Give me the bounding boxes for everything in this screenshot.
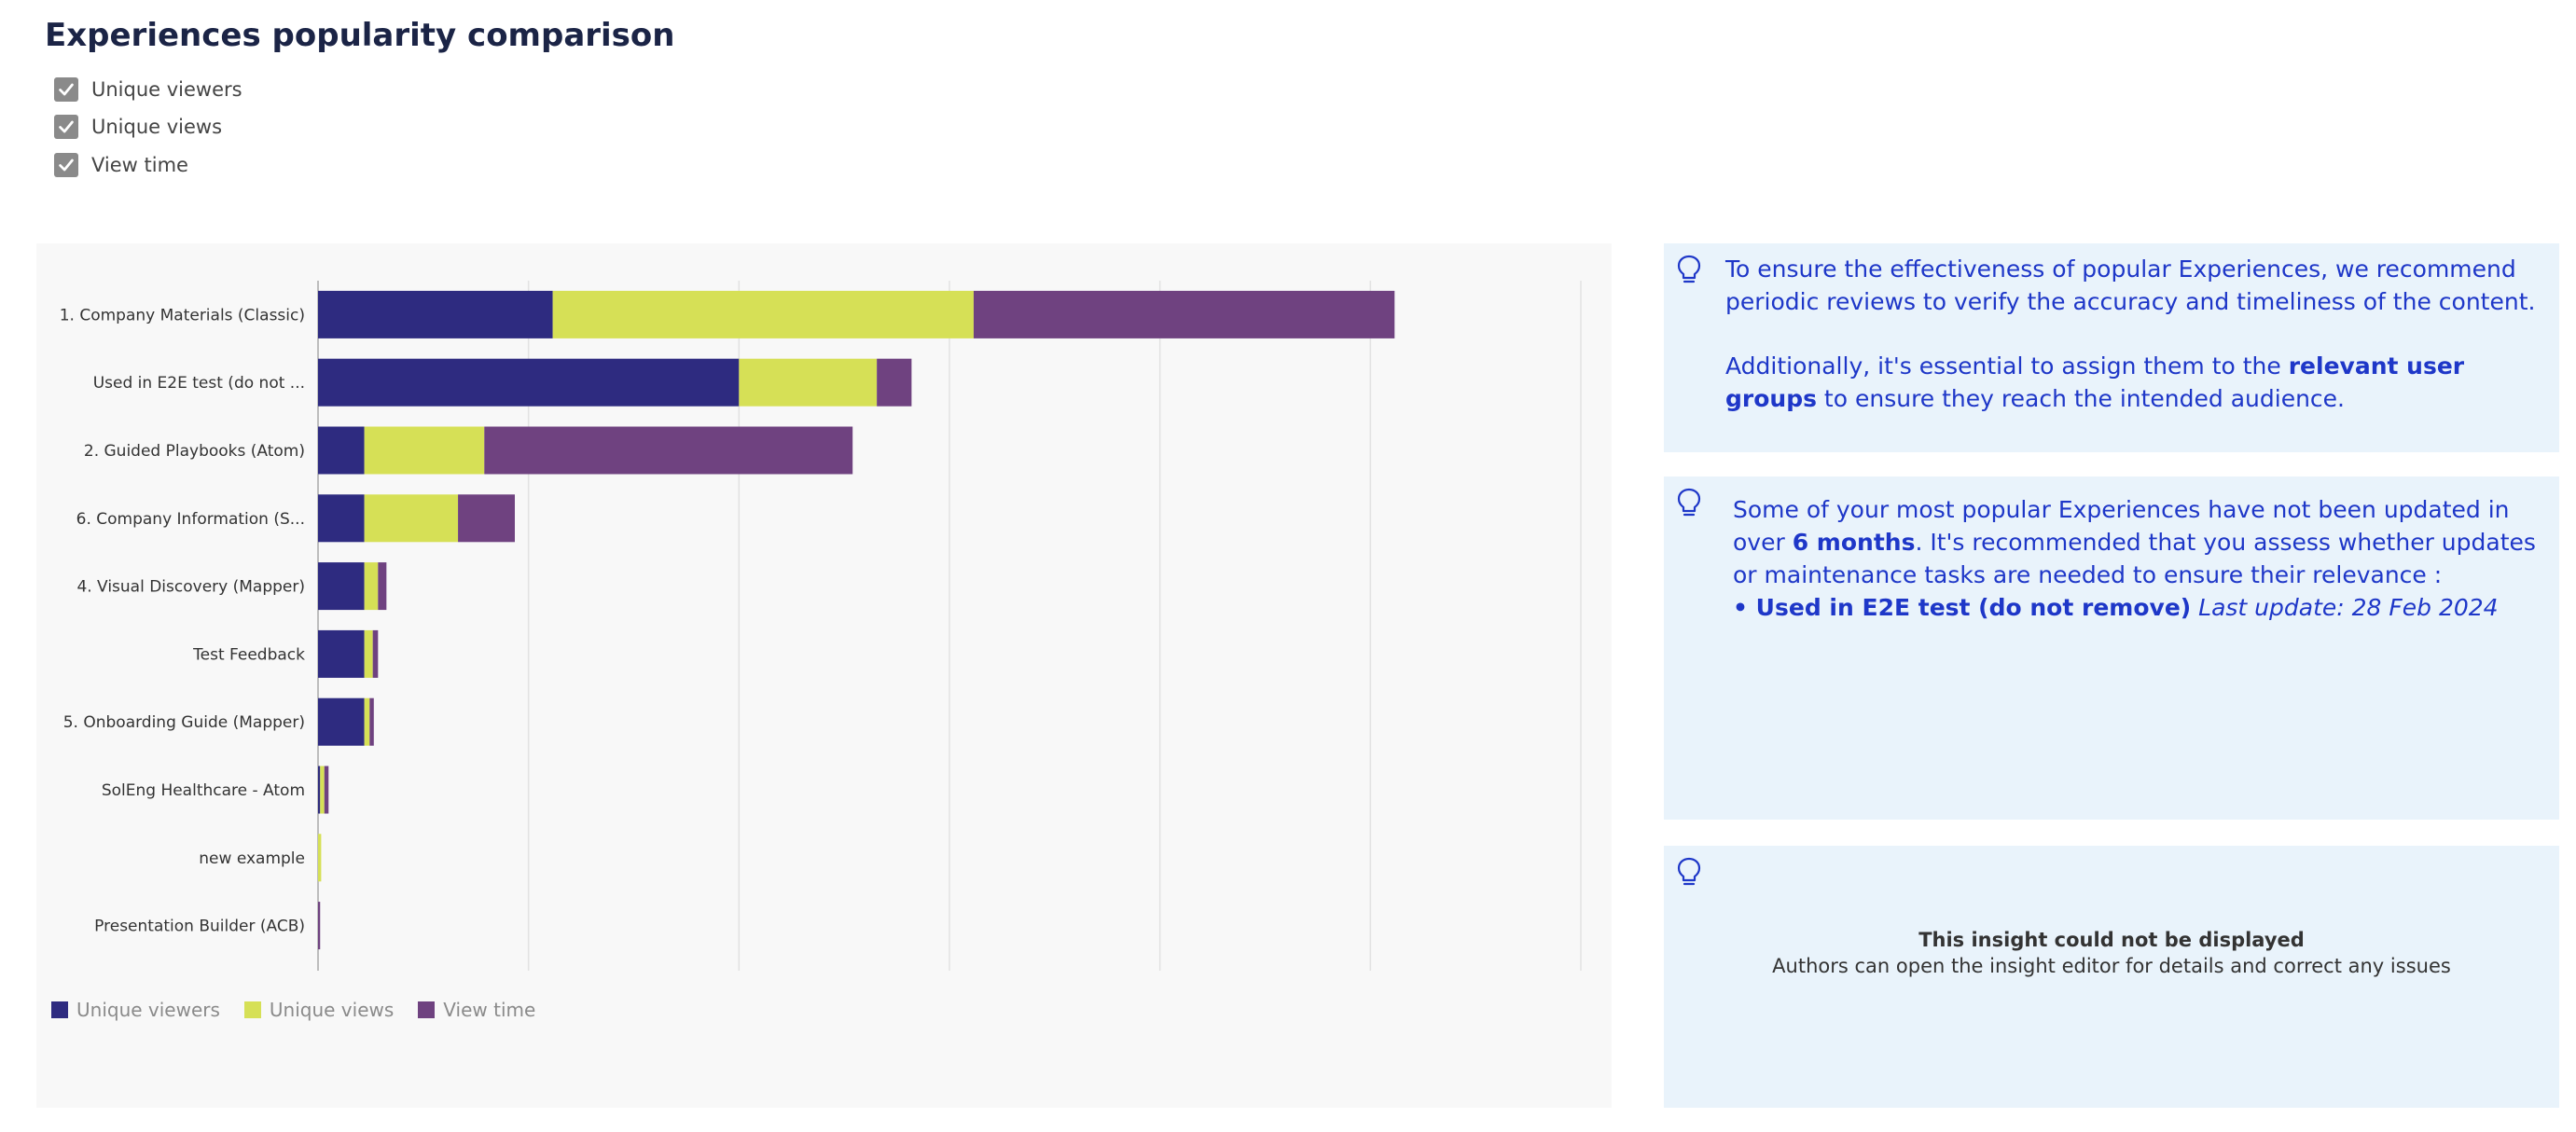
toggle-label: Unique views (91, 116, 223, 138)
checkbox-checked-icon[interactable] (54, 77, 78, 102)
legend-item[interactable]: View time (418, 999, 535, 1021)
toggle-unique-viewers[interactable]: Unique viewers (54, 74, 242, 105)
toggle-label: View time (91, 154, 188, 176)
y-tick-label: SolEng Healthcare - Atom (102, 781, 305, 800)
y-tick-label: 2. Guided Playbooks (Atom) (84, 442, 305, 461)
bar-segment[interactable] (318, 902, 321, 950)
legend-swatch (418, 1001, 436, 1018)
insight-card-error: This insight could not be displayed Auth… (1664, 846, 2559, 1108)
y-tick-label: 5. Onboarding Guide (Mapper) (63, 713, 305, 732)
bar-segment[interactable] (320, 766, 325, 814)
insight-text: To ensure the effectiveness of popular E… (1725, 253, 2537, 415)
bar-segment[interactable] (324, 766, 329, 814)
insight-text-run: Additionally, it's essential to assign t… (1725, 352, 2289, 380)
bar-segment[interactable] (364, 494, 459, 543)
checkbox-checked-icon[interactable] (54, 153, 78, 177)
insight-paragraph: To ensure the effectiveness of popular E… (1725, 253, 2537, 318)
bar-segment[interactable] (318, 426, 365, 475)
insight-text-run: Last update: 28 Feb 2024 (2198, 594, 2499, 621)
bar-segment[interactable] (364, 562, 379, 611)
bar-segment[interactable] (877, 358, 912, 407)
error-body: Authors can open the insight editor for … (1772, 955, 2451, 977)
bar-segment[interactable] (378, 562, 387, 611)
bar-segment[interactable] (318, 562, 365, 611)
legend-label: Unique views (269, 999, 395, 1021)
insight-list-item: • Used in E2E test (do not remove) Last … (1733, 591, 2544, 624)
chart-panel: 1. Company Materials (Classic) Used in E2… (36, 243, 1612, 1108)
y-tick-label: Test Feedback (192, 645, 305, 664)
legend-label: Unique viewers (76, 999, 220, 1021)
insight-card-outdated: Some of your most popular Experiences ha… (1664, 476, 2559, 820)
bar-segment[interactable] (364, 697, 370, 746)
lightbulb-icon (1677, 857, 1701, 886)
y-tick-label: Used in E2E test (do not ... (93, 374, 305, 393)
bar-segment[interactable] (318, 629, 365, 678)
insight-paragraph: Additionally, it's essential to assign t… (1725, 350, 2537, 415)
insight-text-run: To ensure the effectiveness of popular E… (1725, 255, 2536, 315)
bar-chart: 1. Company Materials (Classic) Used in E2… (60, 281, 1582, 971)
bar-segment[interactable] (364, 629, 373, 678)
toggle-unique-views[interactable]: Unique views (54, 111, 222, 143)
bar-segment[interactable] (364, 426, 485, 475)
bar-segment[interactable] (318, 766, 321, 814)
bar-segment[interactable] (318, 834, 322, 882)
insight-emphasis: 6 months (1792, 529, 1916, 556)
bar-segment[interactable] (318, 358, 740, 407)
bar-segment[interactable] (484, 426, 853, 475)
bar-segment[interactable] (973, 290, 1395, 338)
bar-segment[interactable] (372, 629, 379, 678)
toggle-label: Unique viewers (91, 78, 242, 101)
insight-card-review: To ensure the effectiveness of popular E… (1664, 243, 2559, 452)
bar-segment[interactable] (318, 697, 365, 746)
insight-text-run: to ensure they reach the intended audien… (1816, 385, 2345, 412)
insight-paragraph: Some of your most popular Experiences ha… (1733, 493, 2544, 591)
y-tick-label: new example (199, 849, 305, 868)
y-tick-label: 1. Company Materials (Classic) (60, 306, 305, 324)
legend-swatch (51, 1001, 68, 1018)
legend-item[interactable]: Unique views (243, 999, 395, 1021)
legend-swatch (243, 1001, 261, 1018)
bar-segment[interactable] (318, 290, 553, 338)
y-tick-label: 4. Visual Discovery (Mapper) (76, 578, 305, 597)
legend-label: View time (443, 999, 536, 1021)
chart-legend: Unique viewers Unique views View time (51, 999, 560, 1021)
insight-text-run (2191, 594, 2198, 621)
insight-emphasis: • Used in E2E test (do not remove) (1733, 594, 2192, 621)
bar-segment[interactable] (458, 494, 515, 543)
legend-item[interactable]: Unique viewers (51, 999, 220, 1021)
bar-segment[interactable] (369, 697, 374, 746)
checkbox-checked-icon[interactable] (54, 115, 78, 139)
y-tick-label: Presentation Builder (ACB) (94, 918, 305, 936)
error-title: This insight could not be displayed (1918, 929, 2305, 951)
bar-segment[interactable] (552, 290, 974, 338)
lightbulb-icon (1677, 255, 1701, 283)
lightbulb-icon (1677, 488, 1701, 517)
y-tick-label: 6. Company Information (S... (76, 510, 305, 529)
bar-segment[interactable] (318, 494, 365, 543)
page-title: Experiences popularity comparison (45, 17, 675, 54)
insight-text: Some of your most popular Experiences ha… (1733, 493, 2544, 624)
toggle-view-time[interactable]: View time (54, 149, 188, 181)
bar-segment[interactable] (739, 358, 878, 407)
